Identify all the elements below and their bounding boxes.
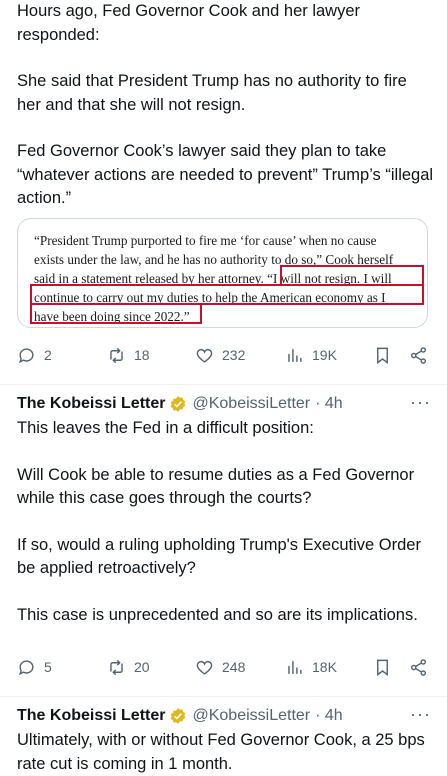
reply-button[interactable]: 5: [17, 656, 52, 678]
author-name[interactable]: The Kobeissi Letter: [17, 707, 165, 725]
highlight-box: [30, 303, 202, 324]
post-3-text: Ultimately, with or without Fed Governor…: [17, 729, 435, 776]
repost-icon: [110, 659, 123, 675]
author-name[interactable]: The Kobeissi Letter: [17, 395, 165, 413]
share-button[interactable]: [409, 656, 428, 678]
repost-button[interactable]: 18: [107, 344, 150, 366]
post-1-actions: 2 18 232 19K: [17, 344, 431, 366]
like-count: 248: [222, 659, 246, 675]
more-options-button[interactable]: ···: [410, 704, 431, 725]
reply-icon: [18, 659, 34, 675]
repost-icon: [110, 347, 123, 363]
post-divider: [0, 696, 447, 697]
views-icon: [288, 348, 302, 362]
like-button[interactable]: 232: [195, 344, 245, 366]
post-time[interactable]: · 4h: [315, 395, 343, 413]
views-button[interactable]: 19K: [285, 344, 337, 366]
bookmark-button[interactable]: [373, 344, 392, 366]
post-2-text: This leaves the Fed in a difficult posit…: [17, 417, 435, 627]
bookmark-icon: [377, 347, 388, 364]
post-2-paragraph: This case is unprecedented and so are it…: [17, 605, 418, 624]
verified-badge-icon: [171, 396, 186, 412]
bookmark-icon: [377, 659, 388, 676]
bookmark-button[interactable]: [373, 656, 392, 678]
post-2-actions: 5 20 248 18K: [17, 656, 431, 678]
post-1-paragraph: She said that President Trump has no aut…: [17, 72, 407, 114]
like-button[interactable]: 248: [195, 656, 245, 678]
reply-count: 5: [44, 659, 52, 675]
post-1-paragraph: Hours ago, Fed Governor Cook and her law…: [17, 2, 361, 44]
heart-icon: [196, 348, 213, 363]
repost-count: 18: [134, 347, 150, 363]
author-handle[interactable]: @KobeissiLetter: [192, 395, 310, 413]
reply-button[interactable]: 2: [17, 344, 52, 366]
author-handle[interactable]: @KobeissiLetter: [192, 707, 310, 725]
share-icon: [410, 346, 427, 364]
post-2-paragraph: This leaves the Fed in a difficult posit…: [17, 419, 314, 437]
repost-count: 20: [134, 659, 150, 675]
post-3-paragraph: Ultimately, with or without Fed Governor…: [17, 731, 425, 773]
views-button[interactable]: 18K: [285, 656, 337, 678]
post-time[interactable]: · 4h: [315, 707, 343, 725]
highlight-box: [280, 265, 424, 286]
highlight-box: [30, 284, 424, 305]
post-2-paragraph: If so, would a ruling upholding Trump's …: [17, 535, 421, 578]
post-2-paragraph: Will Cook be able to resume duties as a …: [17, 465, 415, 508]
reply-count: 2: [44, 347, 52, 363]
post-1-text: Hours ago, Fed Governor Cook and her law…: [17, 0, 435, 211]
repost-button[interactable]: 20: [107, 656, 150, 678]
more-options-button[interactable]: ···: [410, 392, 431, 413]
like-count: 232: [222, 347, 246, 363]
quoted-statement-image[interactable]: “President Trump purported to fire me ‘f…: [17, 218, 428, 328]
views-count: 19K: [312, 347, 337, 363]
post-3-header: The Kobeissi Letter @KobeissiLetter · 4h…: [17, 704, 435, 728]
views-icon: [288, 660, 302, 674]
quote-line: “President Trump purported to fire me ‘f…: [34, 233, 377, 248]
heart-icon: [196, 660, 213, 675]
post-2-header: The Kobeissi Letter @KobeissiLetter · 4h…: [17, 392, 435, 416]
reply-icon: [18, 347, 34, 363]
share-button[interactable]: [409, 344, 428, 366]
share-icon: [410, 658, 427, 676]
verified-badge-icon: [171, 708, 186, 724]
post-1-paragraph: Fed Governor Cook’s lawyer said they pla…: [17, 142, 434, 207]
views-count: 18K: [312, 659, 337, 675]
post-divider: [0, 384, 447, 385]
